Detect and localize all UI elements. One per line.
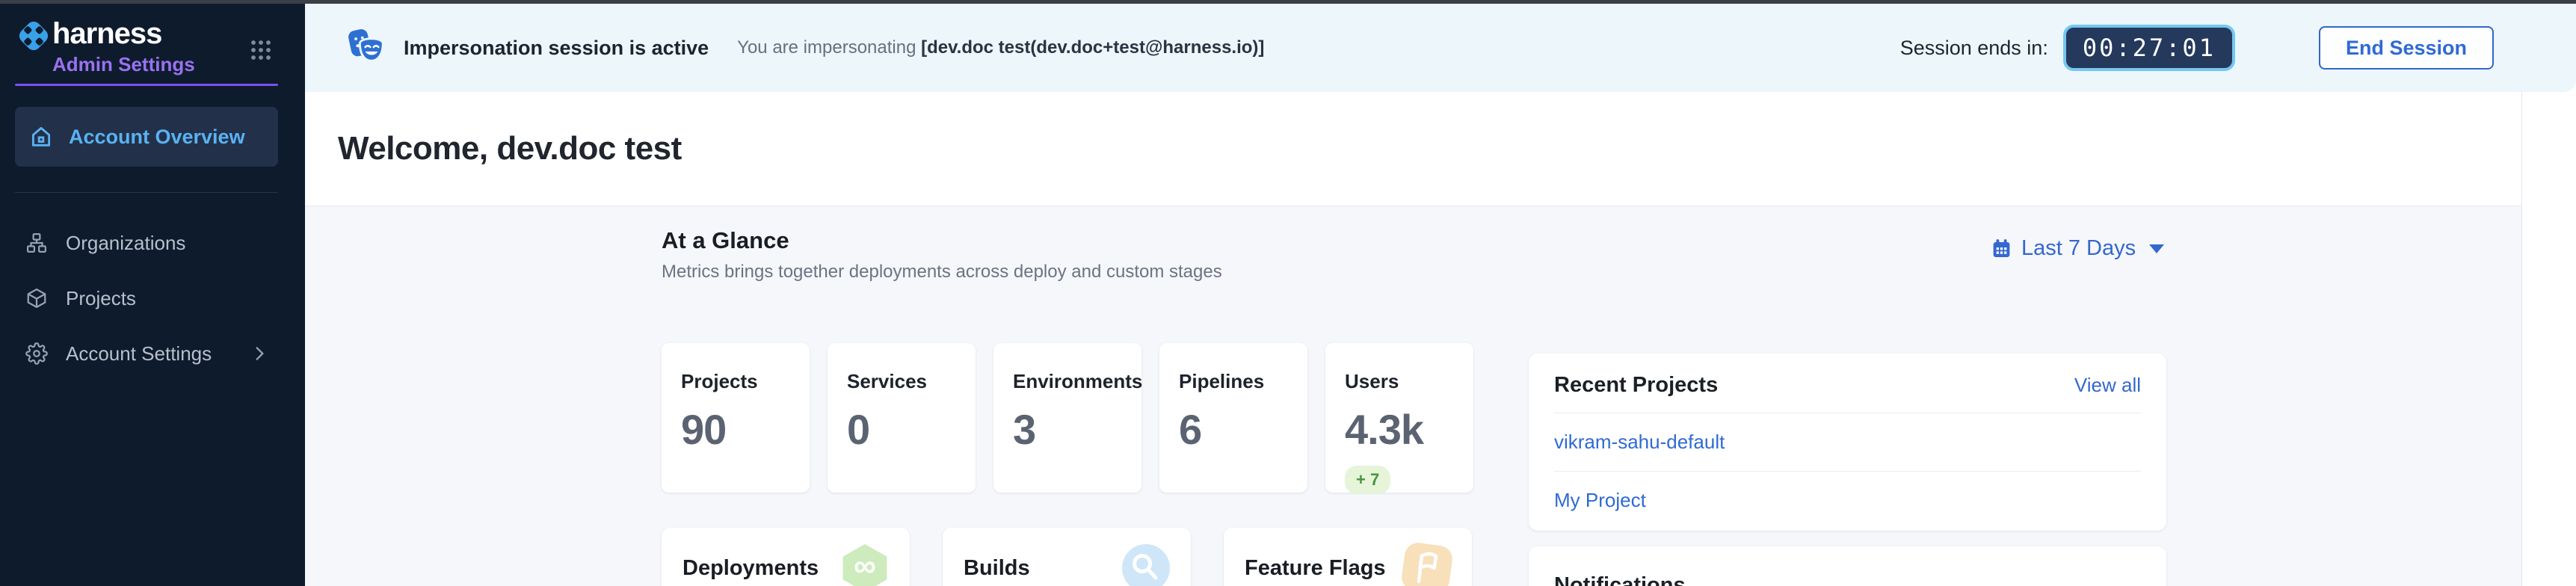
stat-label: Projects (681, 370, 810, 393)
sidebar-item-account-settings[interactable]: Account Settings (0, 326, 305, 381)
harness-admin-dashboard: harness Admin Settings Account Overview (0, 0, 2576, 586)
stat-card-environments[interactable]: Environments 3 (993, 343, 1141, 493)
sidebar-divider (15, 192, 278, 193)
feature-flags-flag-icon (1400, 541, 1454, 586)
logo-wordmark: harness (52, 19, 195, 49)
module-label: Feature Flags (1245, 556, 1386, 581)
session-ends-label: Session ends in: (1900, 37, 2048, 60)
project-row: vikram-sahu-default (1554, 413, 2141, 472)
section-title: At a Glance (662, 227, 1222, 254)
sidebar-item-label: Account Overview (69, 126, 245, 149)
impersonating-target: [dev.doc test(dev.doc+test@harness.io)] (921, 37, 1264, 58)
notifications-panel: Notifications (1529, 546, 2166, 586)
welcome-band: Welcome, dev.doc test (305, 92, 2521, 206)
stat-value: 4.3k (1345, 405, 1473, 454)
builds-magnifier-icon (1122, 544, 1170, 586)
page-title: Welcome, dev.doc test (338, 130, 682, 167)
sidebar-item-projects[interactable]: Projects (0, 271, 305, 326)
home-icon (28, 124, 54, 149)
notifications-title: Notifications (1554, 573, 2141, 586)
gear-icon (25, 342, 48, 365)
chevron-down-icon (2149, 244, 2164, 253)
banner-subtitle: You are impersonating [dev.doc test(dev.… (737, 37, 1264, 58)
main-content: Welcome, dev.doc test At a Glance Metric… (305, 92, 2522, 586)
deployments-infinity-icon: ∞ (841, 544, 889, 586)
sidebar-item-label: Organizations (66, 232, 185, 255)
module-card-builds[interactable]: Builds (943, 528, 1191, 586)
project-link[interactable]: vikram-sahu-default (1554, 431, 1725, 453)
module-card-feature-flags[interactable]: Feature Flags (1224, 528, 1472, 586)
impersonating-prefix: You are impersonating (737, 37, 921, 58)
recent-projects-panel: Recent Projects View all vikram-sahu-def… (1529, 354, 2166, 531)
stat-value: 6 (1179, 405, 1307, 454)
organizations-icon (25, 232, 48, 254)
sidebar-item-organizations[interactable]: Organizations (0, 215, 305, 271)
admin-settings-label: Admin Settings (52, 53, 195, 76)
impersonation-banner: Impersonation session is active You are … (305, 4, 2576, 92)
stat-label: Environments (1013, 370, 1141, 393)
stat-label: Services (847, 370, 976, 393)
app-grid-icon[interactable] (250, 39, 272, 61)
project-row: My Project (1554, 472, 2141, 529)
dashboard-body: At a Glance Metrics brings together depl… (305, 206, 2521, 586)
banner-title: Impersonation session is active (404, 37, 709, 60)
stat-label: Users (1345, 370, 1473, 393)
sidebar-item-account-overview[interactable]: Account Overview (15, 107, 278, 167)
modules-row: Deployments ∞ Builds (662, 528, 1472, 586)
sidebar-item-label: Projects (66, 287, 136, 310)
module-label: Deployments (682, 556, 819, 581)
date-range-filter[interactable]: Last 7 Days (1991, 236, 2164, 261)
view-all-link[interactable]: View all (2074, 374, 2141, 397)
sidebar: harness Admin Settings Account Overview (0, 4, 305, 586)
project-link[interactable]: My Project (1554, 489, 1646, 511)
stat-card-pipelines[interactable]: Pipelines 6 (1159, 343, 1307, 493)
module-label: Builds (964, 556, 1030, 581)
stat-card-services[interactable]: Services 0 (828, 343, 976, 493)
session-countdown-timer: 00:27:01 (2063, 25, 2235, 71)
stat-label: Pipelines (1179, 370, 1307, 393)
at-a-glance-header: At a Glance Metrics brings together depl… (662, 227, 1222, 283)
sidebar-item-label: Account Settings (66, 342, 212, 366)
sidebar-accent-divider (15, 84, 278, 86)
sidebar-nav: Organizations Projects A (0, 215, 305, 381)
stat-value: 3 (1013, 405, 1141, 454)
date-range-label: Last 7 Days (2021, 236, 2136, 261)
recent-projects-title: Recent Projects (1554, 373, 1718, 398)
section-subtitle: Metrics brings together deployments acro… (662, 262, 1222, 283)
theater-masks-icon (344, 28, 390, 68)
calendar-icon (1991, 238, 2012, 259)
end-session-button[interactable]: End Session (2319, 26, 2494, 70)
stat-card-projects[interactable]: Projects 90 (662, 343, 810, 493)
sidebar-header: harness Admin Settings (0, 4, 305, 76)
chevron-right-icon[interactable] (250, 344, 269, 363)
users-delta-badge: + 7 (1345, 466, 1390, 494)
harness-logo-icon (16, 19, 51, 53)
stat-value: 0 (847, 405, 976, 454)
stat-card-users[interactable]: Users 4.3k + 7 (1325, 343, 1473, 493)
stats-row: Projects 90 Services 0 Environments 3 Pi… (662, 343, 1473, 493)
projects-cube-icon (25, 287, 48, 309)
stat-value: 90 (681, 405, 810, 454)
module-card-deployments[interactable]: Deployments ∞ (662, 528, 910, 586)
